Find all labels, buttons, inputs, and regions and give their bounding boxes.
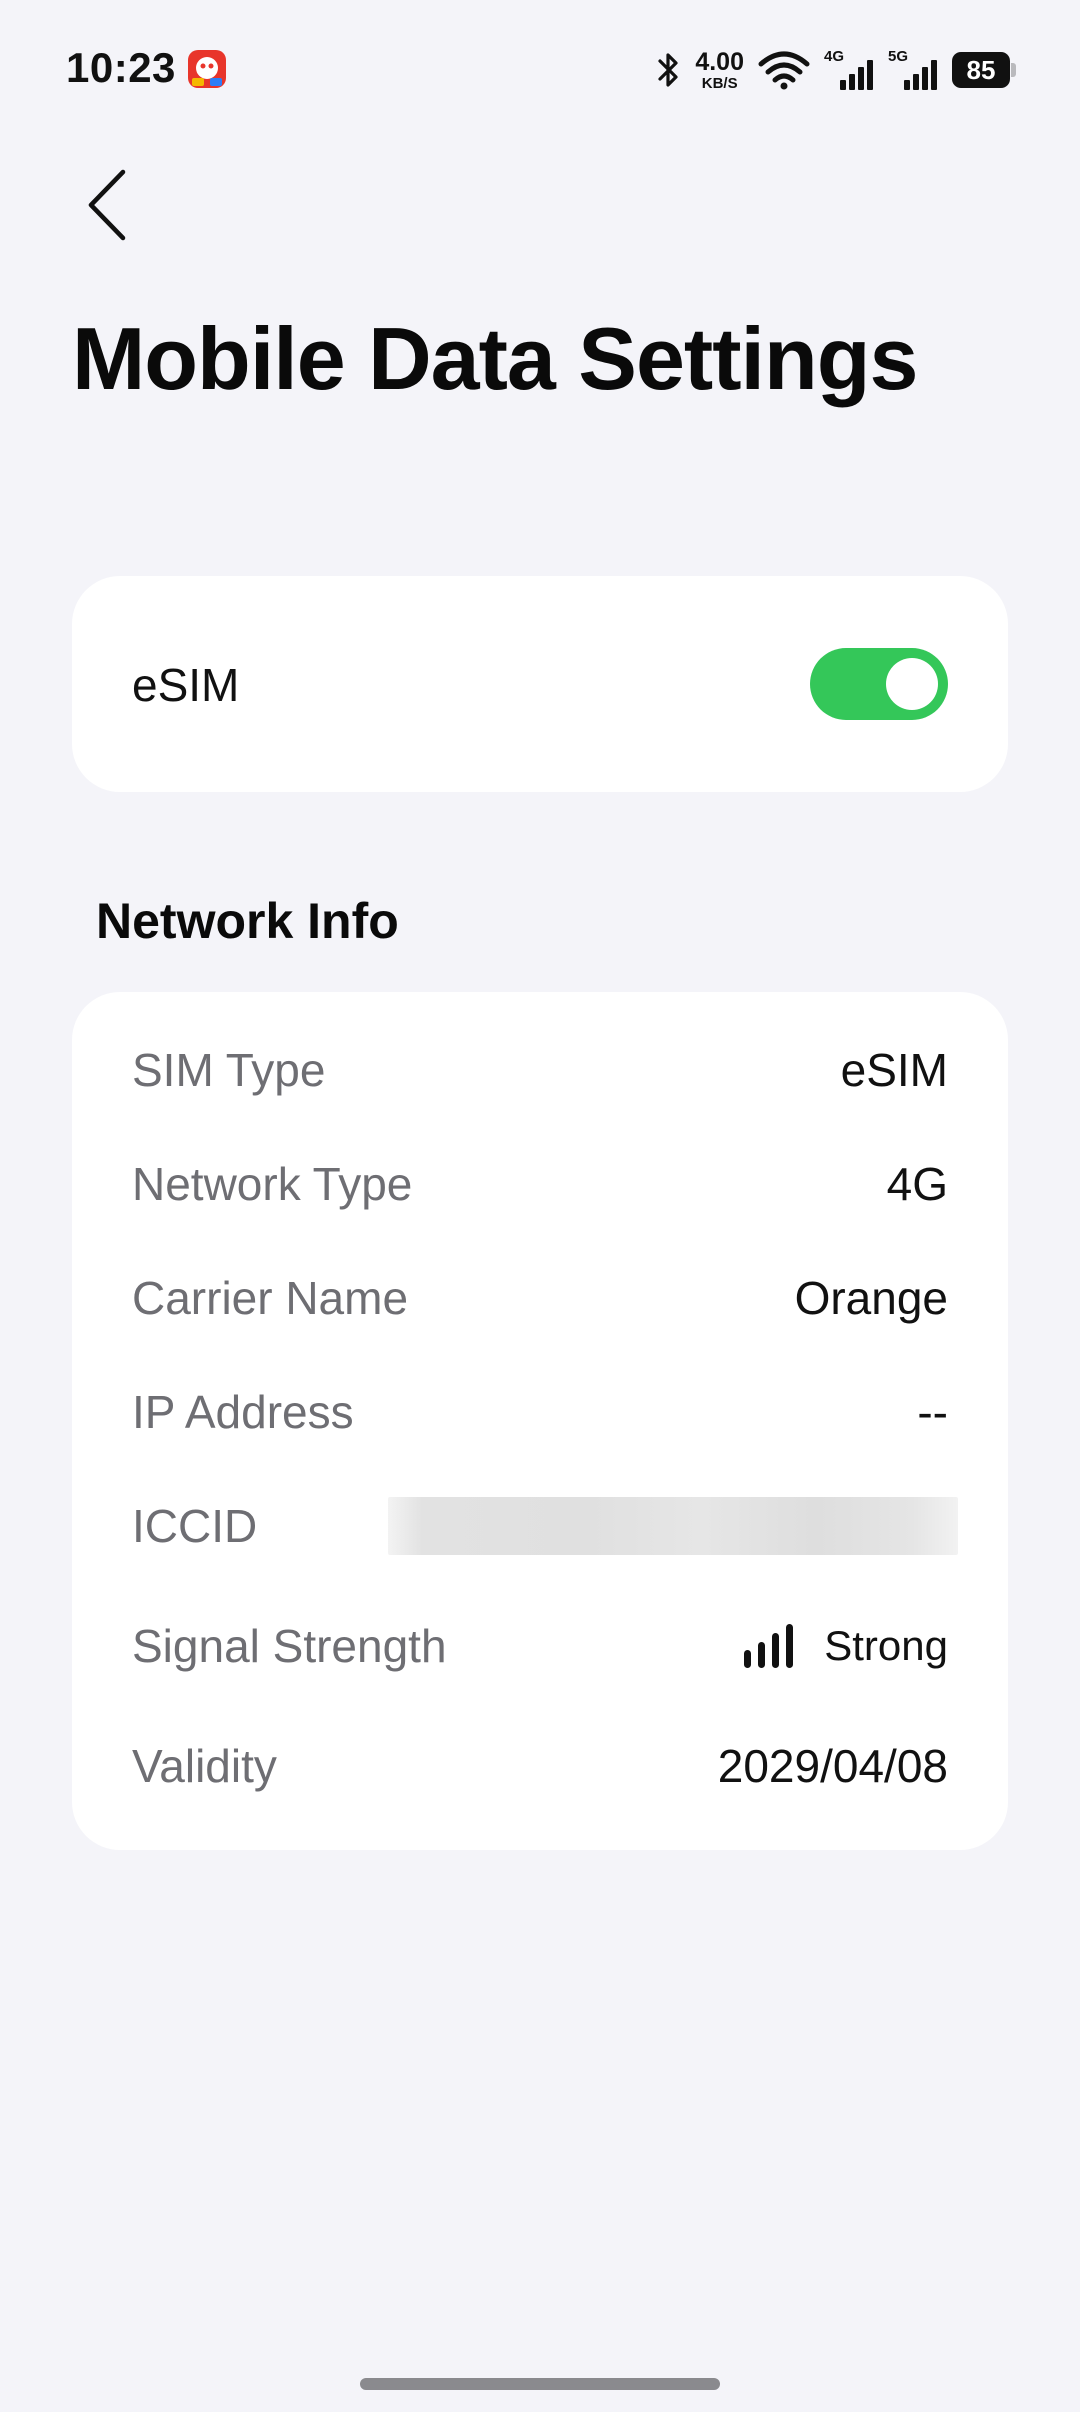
info-label: Carrier Name: [132, 1272, 409, 1324]
info-row-validity: Validity 2029/04/08: [132, 1726, 948, 1806]
cellular-signal-icon: [904, 60, 937, 90]
cellular-signal-icon: [840, 60, 873, 90]
network-speed: 4.00 KB/S: [695, 47, 744, 92]
info-label: Validity: [132, 1740, 277, 1792]
back-button[interactable]: [72, 160, 142, 250]
esim-card: eSIM: [72, 576, 1008, 792]
signal-bars-icon: [744, 1624, 794, 1668]
section-title-network-info: Network Info: [96, 893, 399, 949]
info-value: Orange: [794, 1272, 948, 1324]
cellular-4g: 4G: [824, 48, 874, 92]
info-row-iccid: ICCID: [132, 1486, 958, 1566]
info-row-ip-address: IP Address --: [132, 1372, 948, 1452]
info-value: eSIM: [840, 1044, 948, 1096]
info-row-signal-strength: Signal Strength Strong: [132, 1606, 948, 1686]
chevron-left-icon: [88, 169, 126, 241]
info-label: Network Type: [132, 1158, 413, 1210]
wifi-icon: [758, 51, 810, 90]
page-title: Mobile Data Settings: [72, 309, 918, 408]
home-indicator[interactable]: [360, 2378, 720, 2390]
status-time: 10:23: [66, 44, 176, 91]
info-row-network-type: Network Type 4G: [132, 1144, 948, 1224]
info-value: 4G: [886, 1158, 948, 1210]
network-info-card: SIM Type eSIM Network Type 4G Carrier Na…: [72, 992, 1008, 1850]
cellular-5g: 5G: [888, 48, 938, 92]
app-notification-icon: [188, 50, 226, 88]
info-row-sim-type: SIM Type eSIM: [132, 1030, 948, 1110]
info-row-carrier-name: Carrier Name Orange: [132, 1258, 948, 1338]
info-label: ICCID: [132, 1500, 258, 1552]
info-label: SIM Type: [132, 1044, 326, 1096]
info-value: --: [917, 1386, 948, 1438]
esim-label: eSIM: [132, 659, 240, 711]
info-value: Strong: [824, 1622, 948, 1669]
bluetooth-icon: [658, 53, 678, 87]
toggle-knob: [886, 658, 938, 710]
battery-tip: [1011, 63, 1016, 77]
status-bar: 10:23 4.00 KB/S 4G 5G 85: [0, 0, 1080, 140]
info-value: 2029/04/08: [717, 1740, 948, 1792]
esim-toggle[interactable]: [810, 648, 948, 720]
iccid-redacted-value: [388, 1497, 958, 1555]
status-icons: 4.00 KB/S 4G 5G 85: [657, 46, 1016, 94]
network-speed-value: 4.00: [695, 47, 744, 76]
signal-strength-value: Strong: [744, 1622, 948, 1670]
info-label: Signal Strength: [132, 1620, 447, 1672]
network-speed-unit: KB/S: [701, 74, 738, 92]
info-label: IP Address: [132, 1386, 354, 1438]
battery-icon: 85: [952, 52, 1016, 88]
battery-level: 85: [952, 52, 1010, 88]
